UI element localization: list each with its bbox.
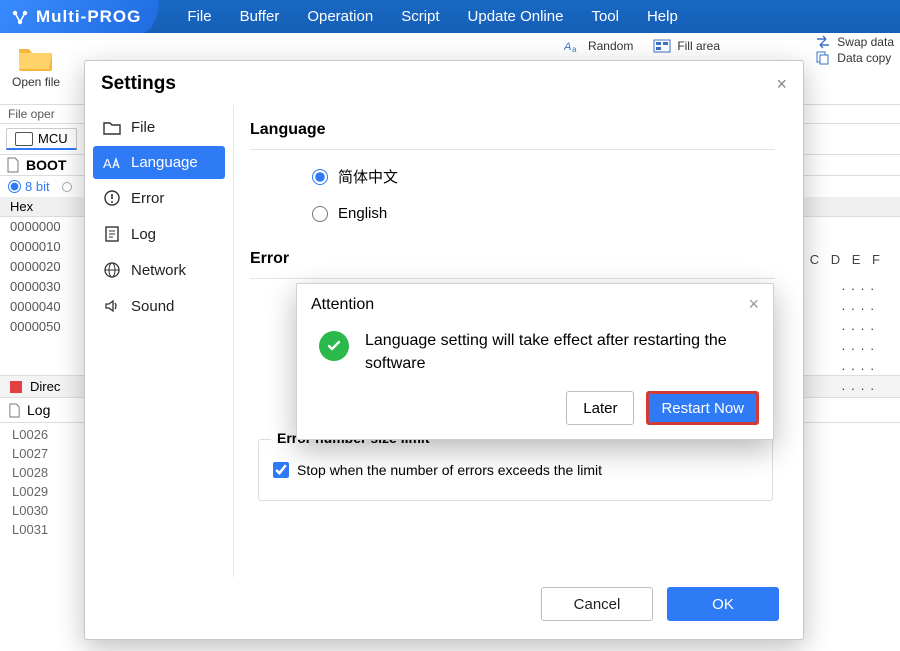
sidebar-item-network[interactable]: Network <box>93 253 225 287</box>
hex-ascii-column: ............ ............ <box>842 276 880 396</box>
tab-boot[interactable]: BOOT <box>26 157 66 173</box>
language-options: 简体中文 English <box>250 166 775 222</box>
settings-close-button[interactable]: × <box>776 74 787 95</box>
sound-icon <box>103 297 121 315</box>
radio-lang-en[interactable]: English <box>312 205 775 222</box>
cancel-button[interactable]: Cancel <box>541 587 653 621</box>
menu-help[interactable]: Help <box>647 8 678 25</box>
svg-text:a: a <box>572 45 577 53</box>
attention-message: Language setting will take effect after … <box>365 329 751 375</box>
chip-icon <box>15 132 33 146</box>
random-button[interactable]: Aa Random <box>564 39 633 53</box>
svg-text:A: A <box>103 156 112 171</box>
tab-mcu[interactable]: MCU <box>6 128 77 150</box>
document-icon <box>8 403 21 418</box>
hex-column-labels: C D E F <box>810 252 884 267</box>
sidebar-item-sound[interactable]: Sound <box>93 289 225 323</box>
fill-area-icon <box>653 39 671 53</box>
menu-tool[interactable]: Tool <box>591 8 619 25</box>
swap-data-button[interactable]: Swap data <box>815 35 894 49</box>
sidebar-item-file[interactable]: File <box>93 111 225 144</box>
section-language-title: Language <box>250 121 775 139</box>
toolbar-right: Swap data Data copy <box>815 35 894 65</box>
menu-operation[interactable]: Operation <box>307 8 373 25</box>
log-icon <box>103 225 121 243</box>
menu-script[interactable]: Script <box>401 8 439 25</box>
settings-header: Settings × <box>85 61 803 105</box>
sidebar-item-language[interactable]: A Language <box>93 146 225 179</box>
menubar: Multi-PROG File Buffer Operation Script … <box>0 0 900 33</box>
sidebar-item-error[interactable]: Error <box>93 181 225 215</box>
menu-file[interactable]: File <box>187 8 211 25</box>
restart-now-button[interactable]: Restart Now <box>646 391 759 425</box>
attention-title: Attention <box>311 296 374 314</box>
radio-8bit[interactable]: 8 bit <box>8 179 50 194</box>
success-check-icon <box>319 331 349 361</box>
data-copy-button[interactable]: Data copy <box>815 51 894 65</box>
folder-icon <box>103 120 121 136</box>
radio-lang-cn[interactable]: 简体中文 <box>312 166 775 187</box>
menu-items: File Buffer Operation Script Update Onli… <box>159 8 677 25</box>
radio-other[interactable] <box>62 182 72 192</box>
error-limit-checkbox[interactable]: Stop when the number of errors exceeds t… <box>273 462 758 478</box>
sidebar-item-log[interactable]: Log <box>93 217 225 251</box>
open-file-button[interactable]: Open file <box>6 37 66 91</box>
red-square-icon <box>10 381 22 393</box>
attention-dialog: Attention × Language setting will take e… <box>296 283 774 440</box>
random-icon: Aa <box>564 39 582 53</box>
network-icon <box>103 261 121 279</box>
attention-close-button[interactable]: × <box>748 294 759 315</box>
settings-footer: Cancel OK <box>85 577 803 639</box>
section-error-title: Error <box>250 250 775 268</box>
settings-sidebar: File A Language Error Log Network Sound <box>85 105 233 577</box>
later-button[interactable]: Later <box>566 391 634 425</box>
menu-update-online[interactable]: Update Online <box>468 8 564 25</box>
menu-buffer[interactable]: Buffer <box>240 8 280 25</box>
copy-icon <box>815 51 831 65</box>
toolbar-mid: Aa Random Fill area <box>564 39 720 53</box>
folder-open-icon <box>16 41 56 73</box>
settings-title: Settings <box>101 73 176 95</box>
svg-text:A: A <box>564 41 571 53</box>
error-icon <box>103 189 121 207</box>
brand-icon <box>10 7 30 27</box>
brand-logo: Multi-PROG <box>0 0 159 33</box>
fill-area-button[interactable]: Fill area <box>653 39 720 53</box>
document-icon <box>6 157 20 173</box>
language-icon: A <box>103 155 121 171</box>
error-limit-frame: Error number size limit Stop when the nu… <box>258 439 773 501</box>
swap-icon <box>815 35 831 49</box>
ok-button[interactable]: OK <box>667 587 779 621</box>
